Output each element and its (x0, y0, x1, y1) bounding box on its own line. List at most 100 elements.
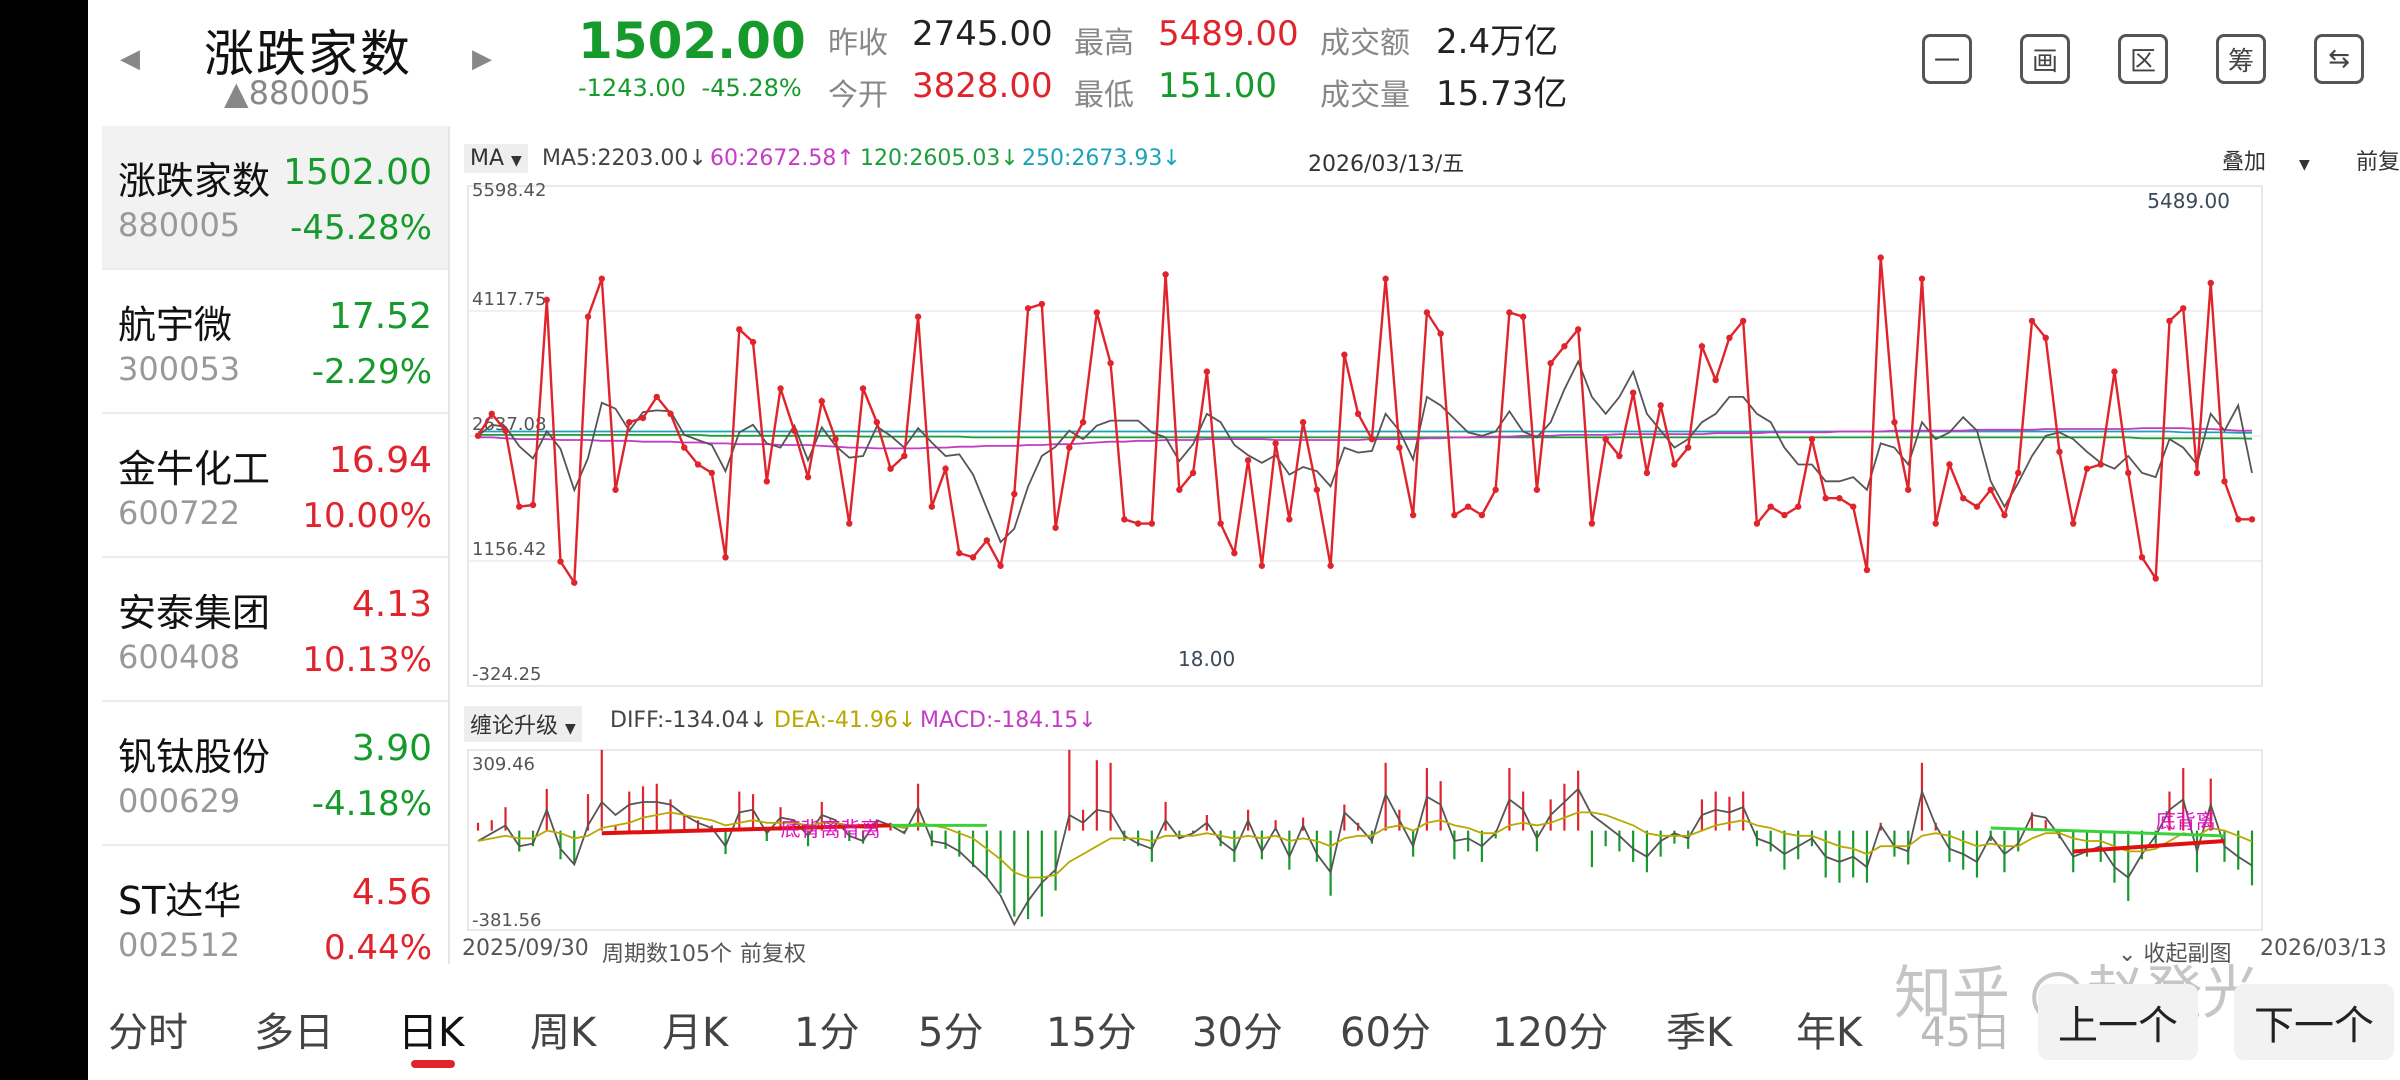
start-date: 2025/09/30 (462, 936, 589, 961)
count-point (1684, 444, 1692, 451)
count-point (2028, 317, 2036, 325)
watchlist-item[interactable]: 航宇微 300053 17.52 -2.29% (102, 270, 448, 414)
watch-name: 金牛化工 (118, 447, 271, 491)
switch-screen-icon[interactable]: ⇆ (2314, 34, 2364, 84)
diff-legend: DIFF:-134.04↓ (610, 708, 768, 733)
count-point (1973, 503, 1981, 510)
chart-panel: MA ▼ MA5:2203.00↓ 60:2672.58↑ 120:2605.0… (450, 126, 2400, 967)
count-point (1657, 402, 1664, 409)
count-point (1712, 376, 1719, 384)
tab-5min[interactable]: 5分 (918, 1000, 983, 1058)
count-point (1354, 410, 1362, 418)
kline-chart[interactable]: 5598.424117.752637.081156.42-324.255489.… (450, 126, 2400, 966)
count-point (1052, 524, 1059, 531)
next-stock-arrow-icon[interactable]: ▶ (472, 44, 492, 74)
tab-yearly-k[interactable]: 年K (1796, 1000, 1862, 1058)
tab-1min[interactable]: 1分 (794, 1000, 859, 1058)
draw-tool-icon[interactable]: 画 (2020, 34, 2070, 84)
end-date: 2026/03/13 (2260, 936, 2387, 961)
count-point (1121, 516, 1128, 523)
chip-tool-icon[interactable]: 筹 (2216, 34, 2266, 84)
dea-line (477, 811, 2253, 879)
count-point (2070, 520, 2077, 527)
high-marker-label: 5489.00 (2147, 189, 2230, 213)
count-point (1574, 326, 1582, 333)
next-stock-button[interactable]: 下一个 (2234, 984, 2394, 1060)
count-point (1616, 452, 1623, 460)
watchlist-item[interactable]: 安泰集团 600408 4.13 10.13% (102, 558, 448, 702)
count-point (859, 385, 867, 392)
watch-code: 002512 (118, 926, 241, 964)
watch-name: ST达华 (118, 879, 242, 923)
count-point (474, 432, 482, 439)
count-point (1726, 334, 1733, 342)
watch-code: 600722 (118, 494, 241, 532)
volume-value: 15.73亿 (1436, 74, 1568, 114)
line-tool-icon[interactable]: 一 (1922, 34, 1972, 84)
count-point (1217, 520, 1224, 527)
count-point (2248, 516, 2256, 523)
open-value: 3828.00 (912, 66, 1053, 106)
y-tick-label: 4117.75 (472, 289, 546, 310)
watchlist-item[interactable]: 钒钛股份 000629 3.90 -4.18% (102, 702, 448, 846)
chevron-down-icon: ▼ (565, 721, 576, 737)
count-point (2056, 448, 2063, 455)
watchlist-item[interactable]: 涨跌家数 880005 1502.00 -45.28% (102, 126, 448, 270)
count-point (2235, 516, 2242, 523)
count-point (2083, 465, 2091, 472)
tab-timeshare[interactable]: 分时 (108, 1000, 188, 1058)
tab-daily-k[interactable]: 日K (398, 1000, 464, 1058)
count-point (653, 393, 660, 401)
count-point (997, 562, 1004, 569)
count-point (1079, 419, 1087, 426)
watchlist-item[interactable]: ST达华 002512 4.56 0.44% (102, 846, 448, 990)
active-tab-indicator (411, 1060, 455, 1068)
count-point (2207, 279, 2214, 287)
watch-name: 钒钛股份 (118, 735, 271, 779)
watch-percent: -45.28% (290, 208, 432, 248)
count-point (983, 537, 991, 544)
watch-price: 16.94 (328, 440, 432, 481)
high-label: 最高 (1074, 26, 1134, 61)
tab-quarterly-k[interactable]: 季K (1666, 1000, 1732, 1058)
count-point (571, 579, 578, 586)
count-point (722, 554, 729, 561)
prev-stock-button[interactable]: 上一个 (2038, 984, 2198, 1060)
tab-60min[interactable]: 60分 (1340, 1000, 1431, 1058)
count-point (516, 503, 523, 510)
tab-multiday[interactable]: 多日 (254, 1000, 334, 1058)
count-point (1244, 457, 1252, 464)
dea-legend: DEA:-41.96↓ (774, 708, 917, 733)
y-tick-label: -324.25 (472, 664, 541, 685)
change-percent: -45.28% (701, 74, 802, 102)
high-value: 5489.00 (1158, 14, 1299, 54)
watchlist: 涨跌家数 880005 1502.00 -45.28% 航宇微 300053 1… (102, 126, 450, 968)
y-tick-label: 5598.42 (472, 180, 546, 201)
count-point (1327, 562, 1334, 569)
count-point (942, 465, 949, 472)
count-point (1533, 486, 1541, 493)
count-point (1423, 309, 1431, 316)
watch-price: 4.56 (351, 872, 432, 913)
count-point (2111, 368, 2118, 375)
count-point (763, 478, 770, 485)
watch-percent: 10.13% (302, 640, 432, 680)
prev-stock-arrow-icon[interactable]: ◀ (120, 44, 140, 74)
indicator-selector[interactable]: 缠论升级 ▼ (464, 706, 582, 742)
watchlist-item[interactable]: 金牛化工 600722 16.94 10.00% (102, 414, 448, 558)
count-point (639, 414, 647, 422)
prev-close-value: 2745.00 (912, 14, 1053, 54)
tab-15min[interactable]: 15分 (1046, 1000, 1137, 1058)
count-line (476, 257, 2252, 587)
count-point (1863, 566, 1871, 574)
range-tool-icon[interactable]: 区 (2118, 34, 2168, 84)
count-point (749, 338, 757, 346)
tab-weekly-k[interactable]: 周K (530, 1000, 596, 1058)
count-point (1368, 435, 1376, 443)
divergence-annotation: 底背离 (2156, 809, 2216, 833)
count-point (1767, 503, 1774, 510)
count-point (1561, 343, 1568, 350)
tab-120min[interactable]: 120分 (1492, 1000, 1608, 1058)
tab-monthly-k[interactable]: 月K (662, 1000, 728, 1058)
tab-30min[interactable]: 30分 (1192, 1000, 1283, 1058)
